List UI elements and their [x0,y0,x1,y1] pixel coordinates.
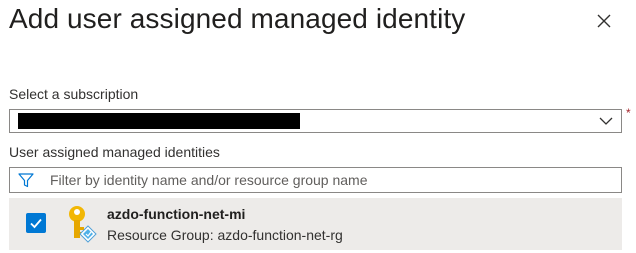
subscription-label: Select a subscription [9,86,139,102]
identity-name: azdo-function-net-mi [107,206,246,222]
required-marker: * [626,106,631,120]
subscription-dropdown[interactable]: ████████████████████ [9,109,622,133]
checkmark-icon [30,218,42,229]
identity-resource-group: Resource Group: azdo-function-net-rg [107,227,343,243]
identity-filter-box[interactable] [9,167,622,193]
close-icon[interactable] [594,11,614,31]
identity-checkbox[interactable] [26,213,46,233]
dialog-title: Add user assigned managed identity [9,3,466,34]
chevron-down-icon [599,117,613,125]
subscription-selected-value: ████████████████████ [18,113,300,129]
identities-label: User assigned managed identities [9,144,220,160]
identity-list-item[interactable]: azdo-function-net-mi Resource Group: azd… [9,198,622,250]
identity-filter-input[interactable] [50,170,610,190]
managed-identity-key-icon [69,206,97,243]
filter-icon [18,173,34,188]
